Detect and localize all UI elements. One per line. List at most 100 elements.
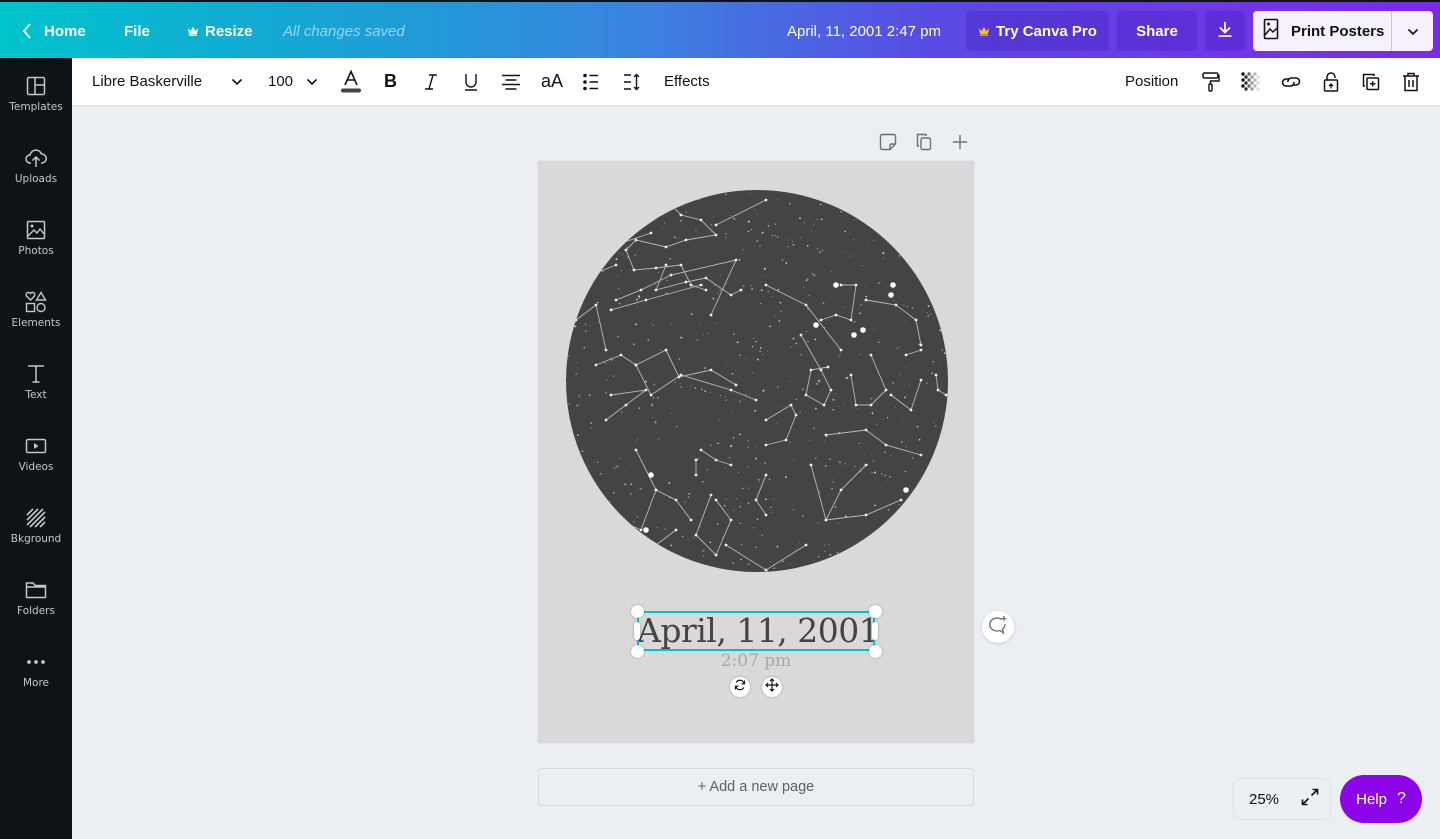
- effects-label: Effects: [664, 73, 710, 90]
- resize-handle-right[interactable]: [872, 622, 878, 640]
- sidebar-item-background[interactable]: Bkground: [0, 490, 72, 562]
- trash-icon: [1402, 72, 1420, 92]
- delete-button[interactable]: [1402, 58, 1422, 105]
- expand-icon: [1301, 788, 1319, 810]
- italic-button[interactable]: [424, 58, 444, 105]
- rotate-icon: [734, 678, 746, 696]
- underline-icon: [464, 73, 478, 91]
- add-new-page-button[interactable]: + Add a new page: [538, 768, 974, 806]
- add-page-icon-button[interactable]: [949, 133, 971, 155]
- lock-button[interactable]: [1323, 58, 1343, 105]
- move-handle[interactable]: [762, 677, 782, 697]
- line-spacing-icon: [623, 73, 641, 91]
- font-size-dropdown[interactable]: 100: [268, 58, 320, 105]
- link-button[interactable]: [1281, 58, 1303, 105]
- home-button[interactable]: Home: [22, 2, 86, 60]
- sidebar-item-elements[interactable]: Elements: [0, 274, 72, 346]
- resize-handle-bottom-right[interactable]: [869, 645, 882, 658]
- poster-page[interactable]: April, 11, 2001 2:07 pm: [538, 161, 974, 743]
- transparency-button[interactable]: [1241, 58, 1263, 105]
- sidebar-item-more[interactable]: More: [0, 634, 72, 706]
- resize-handle-bottom-left[interactable]: [631, 645, 644, 658]
- add-note-button[interactable]: [877, 133, 899, 155]
- zoom-control: 25%: [1233, 778, 1331, 820]
- sidebar-label: Videos: [18, 461, 54, 473]
- rotate-handle[interactable]: [730, 677, 750, 697]
- time-text-element[interactable]: 2:07 pm: [688, 651, 824, 671]
- date-text-element[interactable]: April, 11, 2001: [637, 611, 880, 651]
- zoom-level[interactable]: 25%: [1249, 791, 1289, 808]
- duplicate-icon: [1362, 73, 1380, 91]
- duplicate-button[interactable]: [1362, 58, 1382, 105]
- print-posters-label: Print Posters: [1291, 22, 1385, 40]
- bold-button[interactable]: B: [384, 58, 404, 105]
- try-canva-pro-button[interactable]: Try Canva Pro: [966, 11, 1109, 51]
- bullet-list-icon: [583, 73, 599, 91]
- duplicate-page-button[interactable]: [913, 133, 935, 155]
- paint-roller-icon: [1202, 71, 1220, 92]
- sidebar-label: More: [22, 677, 50, 689]
- star-map-graphic: [566, 190, 948, 572]
- sidebar-label: Elements: [11, 317, 61, 329]
- help-button[interactable]: Help ?: [1340, 775, 1422, 823]
- underline-button[interactable]: [464, 58, 484, 105]
- font-size-value: 100: [268, 73, 294, 90]
- alignment-button[interactable]: [501, 58, 523, 105]
- sidebar-label: Photos: [18, 245, 54, 257]
- position-label: Position: [1125, 73, 1179, 90]
- list-button[interactable]: [583, 58, 603, 105]
- effects-button[interactable]: Effects: [664, 58, 710, 105]
- star-map-image[interactable]: [566, 190, 948, 572]
- sidebar-label: Text: [25, 389, 47, 401]
- text-color-button[interactable]: [340, 58, 364, 105]
- background-icon: [26, 507, 46, 529]
- link-icon: [1281, 75, 1301, 89]
- print-posters-button: Print Posters: [1253, 11, 1433, 51]
- resize-label: Resize: [205, 22, 253, 40]
- top-bar: Home File Resize All changes saved April…: [0, 0, 1440, 58]
- sidebar-label: Folders: [17, 605, 55, 617]
- crown-icon: [978, 23, 990, 40]
- sidebar-item-uploads[interactable]: Uploads: [0, 130, 72, 202]
- poster-icon: [1263, 18, 1279, 44]
- resize-button[interactable]: Resize: [187, 2, 253, 60]
- sidebar-item-folders[interactable]: Folders: [0, 562, 72, 634]
- document-title[interactable]: April, 11, 2001 2:47 pm: [787, 2, 941, 60]
- file-label: File: [124, 22, 150, 40]
- sidebar-item-templates[interactable]: Templates: [0, 58, 72, 130]
- copy-icon: [916, 133, 932, 156]
- resize-handle-top-right[interactable]: [869, 605, 882, 618]
- copy-style-button[interactable]: [1202, 58, 1222, 105]
- add-comment-button[interactable]: [982, 611, 1014, 643]
- download-button[interactable]: [1205, 11, 1245, 51]
- share-label: Share: [1136, 22, 1178, 40]
- sidebar-item-photos[interactable]: Photos: [0, 202, 72, 274]
- download-icon: [1216, 20, 1234, 42]
- more-icon: [26, 651, 46, 673]
- chevron-down-icon: [1407, 23, 1419, 40]
- sidebar-label: Bkground: [10, 533, 62, 545]
- sidebar-item-videos[interactable]: Videos: [0, 418, 72, 490]
- try-pro-label: Try Canva Pro: [996, 22, 1097, 40]
- bold-icon: B: [384, 71, 397, 91]
- unlock-icon: [1323, 71, 1339, 92]
- text-color-icon: [340, 69, 362, 94]
- align-center-icon: [501, 74, 521, 90]
- print-options-dropdown[interactable]: [1392, 11, 1433, 51]
- sidebar-label: Uploads: [14, 173, 58, 185]
- fullscreen-button[interactable]: [1301, 788, 1319, 810]
- spacing-button[interactable]: [623, 58, 643, 105]
- print-posters-main[interactable]: Print Posters: [1253, 11, 1392, 51]
- resize-handle-left[interactable]: [634, 622, 640, 640]
- position-button[interactable]: Position: [1125, 58, 1178, 105]
- letter-case-button[interactable]: aA: [541, 58, 565, 105]
- comment-add-icon: [988, 615, 1008, 640]
- transparency-icon: [1241, 71, 1261, 92]
- video-icon: [25, 435, 47, 457]
- font-family-dropdown[interactable]: Libre Baskerville: [92, 58, 247, 105]
- text-icon: [26, 363, 46, 385]
- sidebar-item-text[interactable]: Text: [0, 346, 72, 418]
- resize-handle-top-left[interactable]: [631, 605, 644, 618]
- share-button[interactable]: Share: [1117, 11, 1197, 51]
- file-menu[interactable]: File: [124, 2, 150, 60]
